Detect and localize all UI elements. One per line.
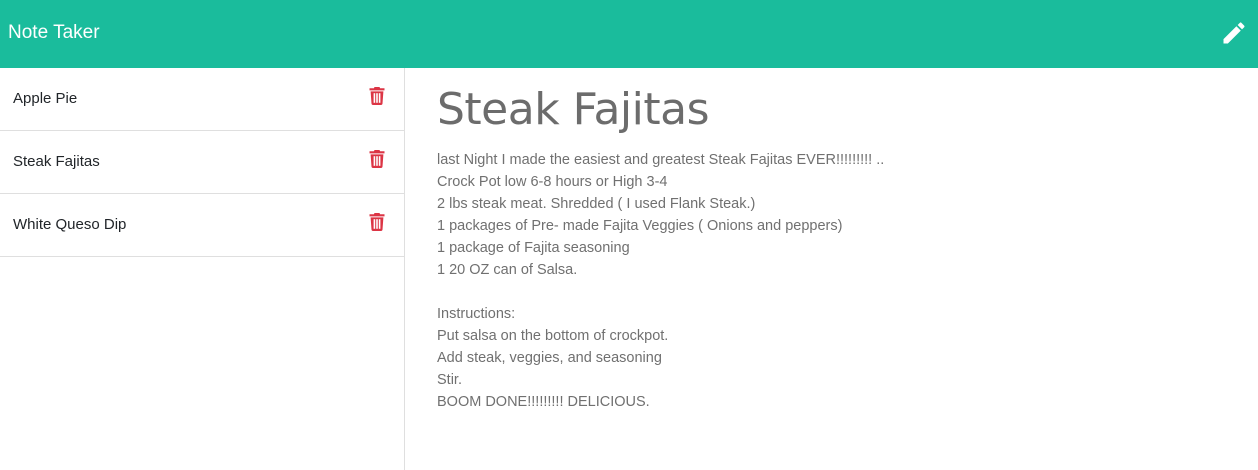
note-list-title: White Queso Dip xyxy=(13,216,127,233)
note-body-line: Crock Pot low 6-8 hours or High 3-4 xyxy=(437,174,668,190)
note-body-line xyxy=(437,281,1217,303)
trash-icon[interactable] xyxy=(369,150,385,168)
note-body-line: last Night I made the easiest and greate… xyxy=(437,152,885,168)
note-body-line: 1 20 OZ can of Salsa. xyxy=(437,262,578,278)
note-title-field[interactable]: Steak Fajitas xyxy=(437,85,710,135)
note-body-line: 1 package of Fajita seasoning xyxy=(437,240,630,256)
note-body-line: Put salsa on the bottom of crockpot. xyxy=(437,328,669,344)
note-list-title: Steak Fajitas xyxy=(13,153,100,170)
list-item[interactable]: Apple Pie xyxy=(0,68,404,131)
note-body-line: Instructions: xyxy=(437,306,516,322)
list-item[interactable]: White Queso Dip xyxy=(0,194,404,257)
notes-sidebar: Apple Pie Steak Fajitas White Queso Dip xyxy=(0,68,405,470)
trash-icon[interactable] xyxy=(369,87,385,105)
app-title[interactable]: Note Taker xyxy=(8,22,100,44)
navbar: Note Taker xyxy=(0,0,1258,68)
note-list-title: Apple Pie xyxy=(13,90,78,107)
trash-icon[interactable] xyxy=(369,213,385,231)
note-body-line: Add steak, veggies, and seasoning xyxy=(437,350,662,366)
note-editor: Steak Fajitas last Night I made the easi… xyxy=(405,68,1258,470)
note-body-line: 2 lbs steak meat. Shredded ( I used Flan… xyxy=(437,196,756,212)
note-body-line: Stir. xyxy=(437,372,462,388)
list-item[interactable]: Steak Fajitas xyxy=(0,131,404,194)
note-body-line: 1 packages of Pre- made Fajita Veggies (… xyxy=(437,218,843,234)
note-body-line: BOOM DONE!!!!!!!!! DELICIOUS. xyxy=(437,394,650,410)
note-body-field[interactable]: last Night I made the easiest and greate… xyxy=(437,149,1217,413)
pencil-icon[interactable] xyxy=(1220,19,1248,47)
